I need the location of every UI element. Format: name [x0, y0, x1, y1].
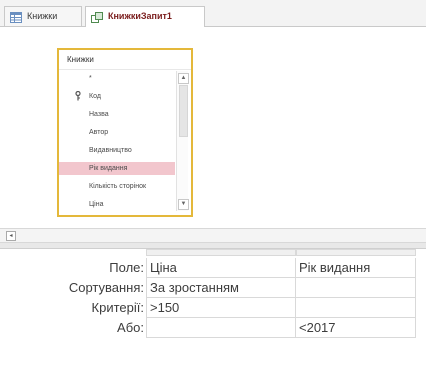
query-icon	[91, 11, 103, 23]
field-list-item-selected[interactable]: Рік видання	[59, 162, 175, 175]
field-list-item[interactable]: Видавництво	[59, 144, 175, 157]
design-pane-hscrollbar[interactable]: ◂	[0, 228, 426, 243]
scrollbar-thumb[interactable]	[179, 85, 188, 137]
field-list-item[interactable]: Кількість сторінок	[59, 180, 175, 193]
or-cell[interactable]: <2017	[296, 318, 416, 338]
sort-cell[interactable]	[296, 278, 416, 298]
tab-knyzhky[interactable]: Книжки	[4, 6, 82, 26]
row-label-or: Або:	[117, 320, 144, 335]
field-list-item[interactable]: Назва	[59, 108, 175, 121]
criteria-cell[interactable]	[296, 298, 416, 318]
tab-label: КнижкиЗапит1	[108, 11, 172, 21]
row-label-criteria: Критерії:	[91, 300, 144, 315]
tab-knyzhky-zapyt1[interactable]: КнижкиЗапит1	[85, 6, 205, 27]
field-list-item[interactable]: Ціна	[59, 198, 175, 211]
row-label-sort: Сортування:	[68, 280, 144, 295]
column-selector[interactable]	[296, 249, 416, 256]
field-label: Код	[89, 93, 101, 100]
field-list-item[interactable]: Код	[59, 90, 175, 103]
criteria-cell[interactable]: >150	[146, 298, 296, 318]
field-list-title[interactable]: Книжки	[59, 50, 191, 70]
or-cell[interactable]	[146, 318, 296, 338]
field-label: Ціна	[89, 201, 104, 208]
field-label: Назва	[89, 111, 109, 118]
field-list-item[interactable]: *	[59, 72, 175, 85]
row-label-field: Поле:	[109, 260, 144, 275]
field-label: Автор	[89, 129, 109, 136]
primary-key-icon	[75, 90, 81, 103]
query-design-grid: Поле: Сортування: Критерії: Або: Ціна За…	[0, 249, 426, 374]
sort-cell[interactable]: За зростанням	[146, 278, 296, 298]
field-label: Кількість сторінок	[89, 183, 147, 190]
column-selector[interactable]	[146, 249, 296, 256]
document-tab-strip: Книжки КнижкиЗапит1	[0, 0, 426, 27]
field-label: Рік видання	[89, 165, 128, 172]
scroll-up-icon[interactable]: ▲	[178, 73, 189, 84]
field-cell[interactable]: Ціна	[146, 258, 296, 278]
field-label: *	[89, 75, 92, 82]
scroll-left-icon[interactable]: ◂	[6, 231, 16, 241]
field-cell[interactable]: Рік видання	[296, 258, 416, 278]
tab-label: Книжки	[27, 11, 58, 21]
scroll-down-icon[interactable]: ▼	[178, 199, 189, 210]
field-label: Видавництво	[89, 147, 132, 154]
field-list-scrollbar[interactable]: ▲ ▼	[176, 71, 189, 211]
field-list-knyzhky[interactable]: Книжки * Код Назва Автор Видавництво Рік…	[57, 48, 193, 217]
table-icon	[10, 11, 22, 23]
field-list-item[interactable]: Автор	[59, 126, 175, 139]
